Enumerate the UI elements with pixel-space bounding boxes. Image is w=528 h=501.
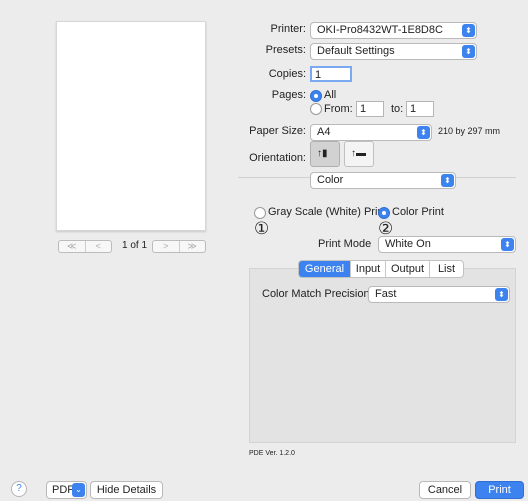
color-match-precision-label: Color Match Precision:: [262, 288, 373, 300]
pages-label: Pages:: [271, 89, 306, 101]
tab-general[interactable]: General: [299, 261, 351, 277]
copies-label: Copies:: [268, 68, 306, 80]
printer-popup[interactable]: OKI-Pro8432WT-1E8D8C ⬍: [310, 22, 477, 39]
last-page-button[interactable]: ≫: [180, 241, 206, 252]
pages-from-label: From:: [324, 103, 353, 115]
pages-from-field[interactable]: 1: [356, 101, 384, 117]
chevron-down-icon: ⌄: [72, 483, 85, 497]
hide-details-button[interactable]: Hide Details: [90, 481, 163, 499]
presets-label: Presets:: [265, 44, 306, 56]
chevron-updown-icon: ⬍: [462, 24, 475, 37]
copies-field[interactable]: 1: [310, 66, 352, 82]
color-match-precision-popup[interactable]: Fast ⬍: [368, 286, 510, 303]
chevron-updown-icon: ⬍: [417, 126, 430, 139]
orientation-label: Orientation:: [249, 152, 306, 164]
preview-next-last-group: > ≫: [152, 240, 206, 253]
paper-size-label: Paper Size:: [249, 125, 306, 137]
chevron-updown-icon: ⬍: [462, 45, 475, 58]
print-mode-label: Print Mode: [318, 238, 372, 250]
chevron-updown-icon: ⬍: [441, 174, 454, 187]
print-mode-popup[interactable]: White On ⬍: [378, 236, 516, 253]
page-indicator: 1 of 1: [122, 240, 148, 251]
first-page-button[interactable]: ≪: [59, 241, 86, 252]
paper-dimensions: 210 by 297 mm: [438, 126, 501, 136]
section-popup[interactable]: Color ⬍: [310, 172, 456, 189]
previous-page-button[interactable]: <: [86, 241, 112, 252]
printer-value: OKI-Pro8432WT-1E8D8C: [317, 24, 443, 36]
pdf-label: PDF: [52, 484, 74, 496]
presets-popup[interactable]: Default Settings ⬍: [310, 43, 477, 60]
tab-input[interactable]: Input: [351, 261, 386, 277]
preview-first-prev-group: ≪ <: [58, 240, 112, 253]
print-mode-value: White On: [385, 238, 431, 250]
callout-marker-1: ①: [254, 219, 270, 238]
pages-from-radio[interactable]: [310, 103, 322, 115]
help-icon: ?: [16, 483, 22, 494]
print-button[interactable]: Print: [475, 481, 524, 499]
orientation-landscape-button[interactable]: ↑▬: [344, 141, 374, 167]
chevron-updown-icon: ⬍: [501, 238, 514, 251]
next-page-button[interactable]: >: [153, 241, 180, 252]
paper-size-popup[interactable]: A4 ⬍: [310, 124, 432, 141]
landscape-icon: ↑▬: [351, 148, 366, 159]
chevron-updown-icon: ⬍: [495, 288, 508, 301]
color-match-precision-value: Fast: [375, 288, 397, 300]
section-popup-value: Color: [317, 174, 344, 186]
gray-scale-label: Gray Scale (White) Print: [268, 206, 387, 218]
portrait-icon: ↑▮: [317, 148, 328, 159]
tab-output[interactable]: Output: [386, 261, 430, 277]
cancel-button[interactable]: Cancel: [419, 481, 471, 499]
tab-list[interactable]: List: [430, 261, 463, 277]
gray-scale-radio[interactable]: [254, 207, 266, 219]
presets-value: Default Settings: [317, 45, 395, 57]
pdf-menu-button[interactable]: PDF ⌄: [46, 481, 87, 499]
pde-version: PDE Ver. 1.2.0: [249, 450, 295, 457]
color-print-label: Color Print: [392, 206, 444, 218]
paper-size-value: A4: [317, 126, 331, 138]
pages-to-field[interactable]: 1: [406, 101, 434, 117]
printer-label: Printer:: [270, 23, 306, 35]
pages-all-label: All: [324, 89, 337, 101]
orientation-portrait-button[interactable]: ↑▮: [310, 141, 340, 167]
tab-bar: General Input Output List: [298, 260, 464, 278]
color-print-radio[interactable]: [378, 207, 390, 219]
page-preview: [56, 21, 206, 231]
pages-all-radio[interactable]: [310, 90, 322, 102]
pages-to-label: to:: [391, 103, 404, 115]
help-button[interactable]: ?: [11, 481, 27, 497]
